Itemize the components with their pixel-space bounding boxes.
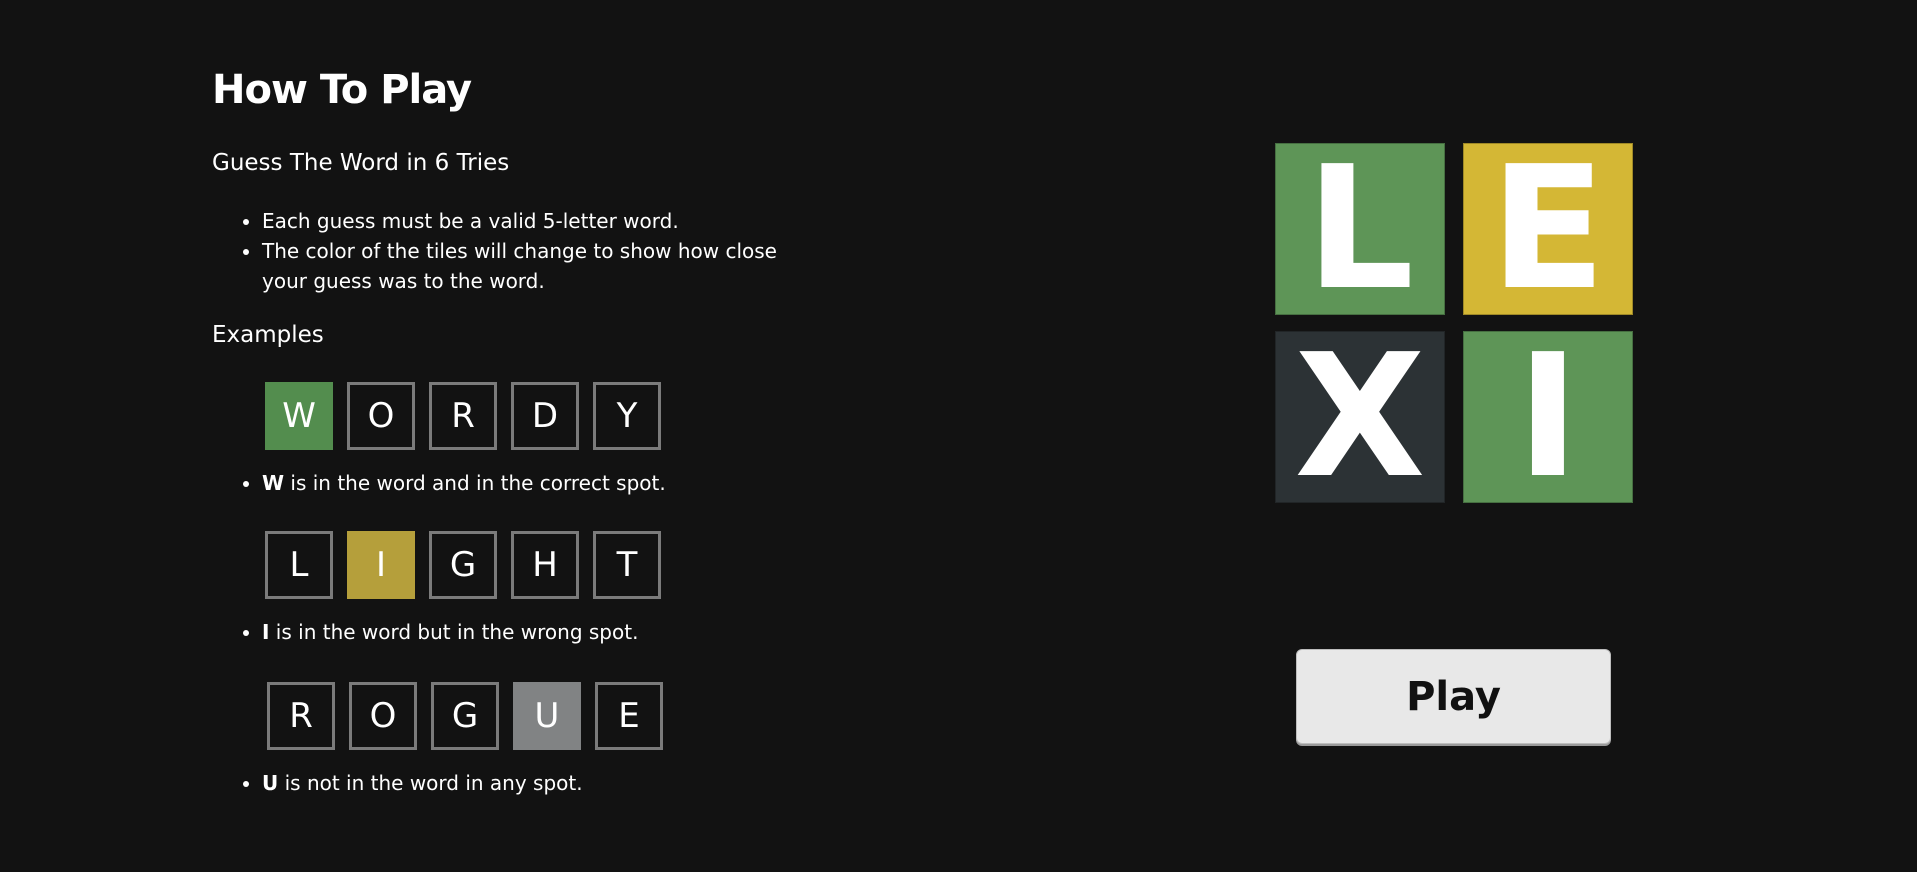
example-caption-wordy: W is in the word and in the correct spot… — [212, 468, 666, 498]
rules-subtitle: Guess The Word in 6 Tries — [212, 150, 510, 176]
example-caption-item: U is not in the word in any spot. — [262, 768, 583, 798]
example-caption-text: is not in the word in any spot. — [278, 771, 583, 795]
logo-tile-l: L — [1275, 143, 1445, 315]
rules-list: Each guess must be a valid 5-letter word… — [212, 206, 822, 296]
example-caption-text: is in the word but in the wrong spot. — [269, 620, 639, 644]
example-row-rogue: R O G U E — [267, 682, 663, 750]
lexi-logo: L E X I — [1275, 143, 1635, 504]
example-caption-item: I is in the word but in the wrong spot. — [262, 617, 638, 647]
rules-panel: How To Play Guess The Word in 6 Tries Ea… — [212, 62, 812, 795]
example-tile: O — [347, 382, 415, 450]
example-tile: R — [267, 682, 335, 750]
logo-tile-i: I — [1463, 331, 1633, 503]
example-tile: L — [265, 531, 333, 599]
how-to-play-page: How To Play Guess The Word in 6 Tries Ea… — [0, 0, 1917, 872]
example-caption-text: is in the word and in the correct spot. — [284, 471, 666, 495]
example-tile: H — [511, 531, 579, 599]
example-row-light: L I G H T — [265, 531, 661, 599]
example-caption-item: W is in the word and in the correct spot… — [262, 468, 666, 498]
example-caption-light: I is in the word but in the wrong spot. — [212, 617, 638, 647]
example-tile: I — [347, 531, 415, 599]
example-tile: O — [349, 682, 417, 750]
example-tile: U — [513, 682, 581, 750]
example-letter: W — [262, 471, 285, 495]
example-letter: U — [262, 771, 279, 795]
example-tile: Y — [593, 382, 661, 450]
example-tile: D — [511, 382, 579, 450]
rule-item: Each guess must be a valid 5-letter word… — [262, 206, 822, 236]
example-tile: E — [595, 682, 663, 750]
example-tile: W — [265, 382, 333, 450]
page-title: How To Play — [212, 67, 472, 113]
logo-tile-x: X — [1275, 331, 1445, 503]
example-tile: R — [429, 382, 497, 450]
play-button[interactable]: Play — [1296, 649, 1611, 744]
logo-tile-e: E — [1463, 143, 1633, 315]
example-tile: G — [431, 682, 499, 750]
rule-item: The color of the tiles will change to sh… — [262, 236, 822, 296]
example-caption-rogue: U is not in the word in any spot. — [212, 768, 583, 798]
example-row-wordy: W O R D Y — [265, 382, 661, 450]
examples-heading: Examples — [212, 322, 324, 348]
example-tile: T — [593, 531, 661, 599]
example-tile: G — [429, 531, 497, 599]
